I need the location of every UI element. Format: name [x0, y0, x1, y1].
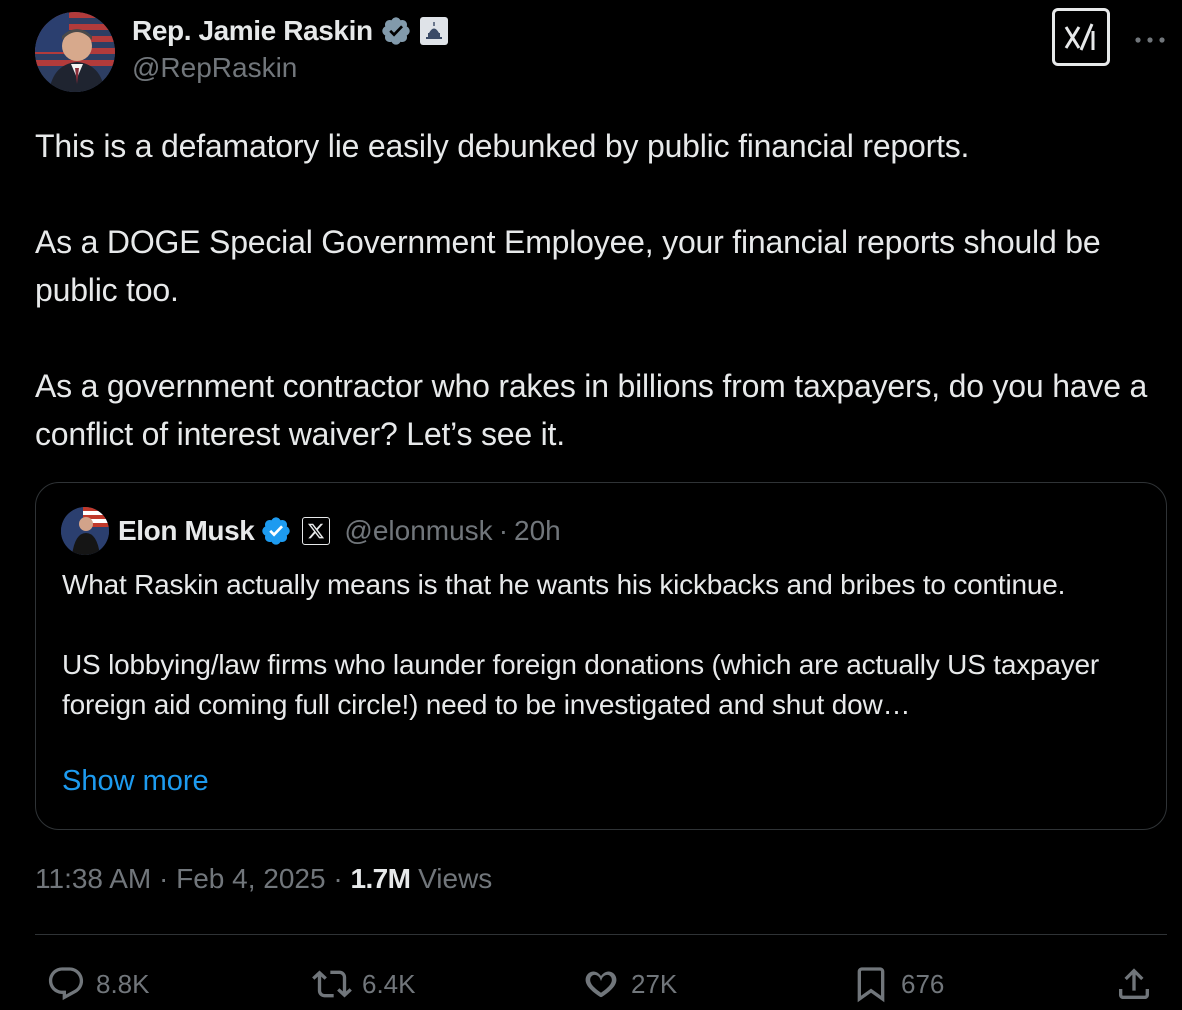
quoted-display-name[interactable]: Elon Musk [118, 515, 255, 547]
quoted-tweet-card[interactable]: Elon Musk @elonmusk · 20h What Raskin ac… [35, 482, 1167, 830]
repost-count: 6.4K [362, 968, 416, 999]
share-button[interactable] [1114, 960, 1154, 1008]
repost-icon [312, 964, 352, 1004]
verified-badge-icon [380, 15, 412, 47]
quoted-text: What Raskin actually means is that he wa… [62, 565, 1147, 725]
tweet-text: This is a defamatory lie easily debunked… [35, 122, 1165, 458]
more-options-button[interactable] [1130, 20, 1170, 60]
tweet-paragraph: This is a defamatory lie easily debunked… [35, 128, 970, 164]
tweet-meta: 11:38 AM · Feb 4, 2025 · 1.7M Views [35, 863, 492, 895]
tweet-date[interactable]: Feb 4, 2025 [176, 863, 325, 894]
grok-button[interactable] [1052, 8, 1110, 66]
reply-icon [46, 964, 86, 1004]
repost-button[interactable]: 6.4K [312, 960, 416, 1008]
tweet-paragraph: As a government contractor who rakes in … [35, 368, 1156, 452]
author-display-name[interactable]: Rep. Jamie Raskin [132, 15, 373, 47]
tweet-time[interactable]: 11:38 AM [35, 863, 151, 894]
grok-icon [1062, 21, 1100, 53]
capitol-building-icon [419, 17, 448, 45]
tweet-paragraph: As a DOGE Special Government Employee, y… [35, 224, 1110, 308]
quoted-handle[interactable]: @elonmusk [344, 515, 492, 547]
reply-count: 8.8K [96, 968, 150, 999]
x-logo-icon [302, 517, 331, 545]
separator-dot: · [159, 863, 169, 894]
bookmark-icon [851, 964, 891, 1004]
author-handle[interactable]: @RepRaskin [132, 52, 297, 84]
separator-dot: · [498, 515, 509, 546]
author-name-row: Rep. Jamie Raskin [132, 12, 448, 50]
bookmark-button[interactable]: 676 [851, 960, 944, 1008]
quoted-timestamp[interactable]: 20h [514, 515, 561, 547]
quoted-paragraph: What Raskin actually means is that he wa… [62, 569, 1066, 600]
heart-icon [581, 964, 621, 1004]
views-label: Views [418, 863, 493, 894]
quoted-author-avatar[interactable] [61, 507, 109, 555]
separator-dot: · [333, 863, 343, 894]
tweet: Rep. Jamie Raskin @RepRaskin This is a d… [0, 0, 1182, 1010]
bookmark-count: 676 [901, 968, 945, 999]
author-avatar[interactable] [35, 12, 115, 92]
quoted-header: Elon Musk @elonmusk · 20h [118, 513, 561, 549]
like-button[interactable]: 27K [581, 960, 677, 1008]
views-count: 1.7M [350, 863, 411, 894]
quoted-paragraph: US lobbying/law firms who launder foreig… [62, 649, 1100, 720]
like-count: 27K [631, 968, 678, 999]
verified-badge-icon [260, 515, 292, 547]
reply-button[interactable]: 8.8K [46, 960, 150, 1008]
show-more-link[interactable]: Show more [62, 765, 209, 798]
divider [35, 934, 1167, 935]
share-icon [1114, 964, 1154, 1004]
more-dots-icon [1134, 36, 1166, 44]
